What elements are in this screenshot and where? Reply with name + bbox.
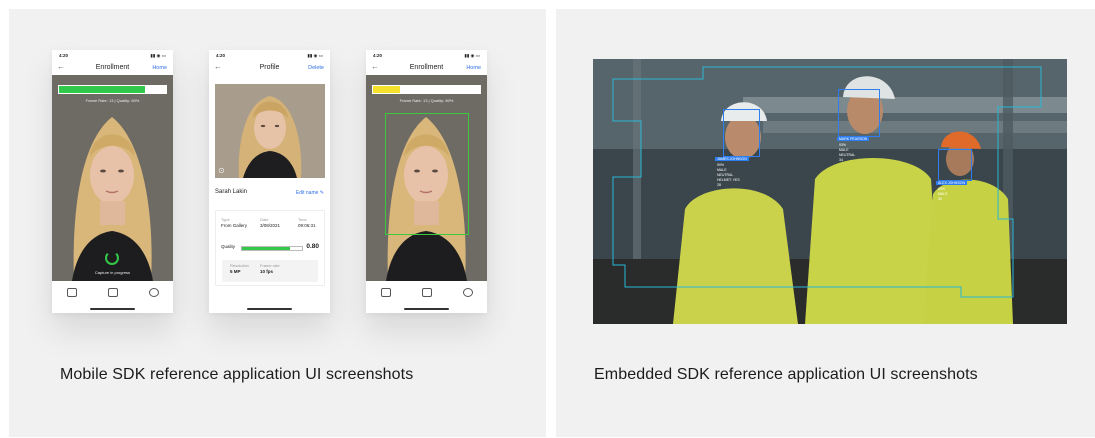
framerate-field: Frame rate 10 fps: [260, 263, 280, 274]
profile-face-image: [215, 84, 325, 178]
camera-preview: Frame Rate: 13 | Quality: 80%: [366, 75, 487, 281]
capture-spinner-icon: [105, 251, 119, 265]
quality-progress-bar: [372, 85, 481, 94]
detection-attributes: 90% MALE NEUTRAL HELMET: YES 28: [717, 163, 740, 188]
home-link[interactable]: Home: [466, 65, 481, 71]
gallery-icon[interactable]: [67, 288, 77, 297]
profile-name: Sarah Lakin: [215, 189, 248, 195]
profile-photo: ⊙: [215, 84, 325, 178]
detection-name-label: ALEX JOHNSON: [936, 181, 968, 185]
date-field: Date 3/08/2021: [260, 217, 281, 228]
frame-metrics: Frame Rate: 13 | Quality: 80%: [399, 98, 454, 103]
quality-progress-fill: [59, 86, 145, 93]
face-detection-box: [938, 149, 972, 181]
attr: 34: [839, 158, 843, 162]
region-of-interest-outline: [612, 66, 1042, 298]
settings-icon[interactable]: [149, 288, 159, 297]
face-scan-icon[interactable]: [108, 288, 118, 297]
time-field: Time 09:06:31: [298, 217, 316, 228]
mobile-sdk-caption: Mobile SDK reference application UI scre…: [60, 366, 414, 383]
phone-enrollment-yellow: 4:20 ▮▮ ◉ ▭ ← Enrollment Home Frame Rate…: [366, 50, 487, 313]
status-time: 4:20: [59, 53, 69, 58]
quality-label: Quality: [221, 244, 236, 249]
quality-bar: [241, 246, 303, 251]
signal-battery-icon: ▮▮ ◉ ▭: [464, 53, 480, 58]
embedded-sdk-caption: Embedded SDK reference application UI sc…: [594, 366, 978, 383]
detection-name-label: JAMES JOHNSON: [715, 157, 749, 161]
quality-progress-fill: [373, 86, 400, 93]
embedded-sdk-scene: JAMES JOHNSON 90% MALE NEUTRAL HELMET: Y…: [593, 59, 1067, 324]
capture-status: Capture in progress: [94, 270, 131, 275]
nav-bar: ← Enrollment Home: [52, 61, 173, 75]
status-time: 4:20: [373, 53, 383, 58]
status-bar: 4:20 ▮▮ ◉ ▭: [216, 53, 323, 61]
pencil-icon: ✎: [319, 190, 324, 196]
status-bar: 4:20 ▮▮ ◉ ▭: [59, 53, 166, 61]
phone-profile: 4:20 ▮▮ ◉ ▭ ← Profile Delete ⊙ Sarah Lak…: [209, 50, 330, 313]
status-time: 4:20: [216, 53, 226, 58]
camera-preview: Frame Rate: 13 | Quality: 80% Capture in…: [52, 75, 173, 281]
nav-bar: ← Profile Delete: [209, 61, 330, 75]
quality-value: 0.80: [306, 243, 319, 250]
quality-row: Quality 0.80: [221, 243, 319, 252]
edit-name-link[interactable]: Edit name ✎: [296, 190, 324, 196]
gallery-icon[interactable]: [381, 288, 391, 297]
tab-bar: [52, 281, 173, 313]
tab-bar: [366, 281, 487, 313]
home-link[interactable]: Home: [152, 65, 167, 71]
frame-metrics: Frame Rate: 13 | Quality: 80%: [85, 98, 140, 103]
detection-name-label: MARK PEARSON: [837, 137, 870, 141]
face-detection-box: [723, 109, 760, 157]
signal-battery-icon: ▮▮ ◉ ▭: [150, 53, 166, 58]
face-detection-box: [838, 89, 880, 137]
capture-specs: Resolution 5 MP Frame rate 10 fps: [222, 260, 318, 282]
delete-link[interactable]: Delete: [308, 65, 324, 71]
home-indicator: [90, 308, 135, 310]
attr: 28: [717, 183, 721, 187]
attr: 30: [938, 197, 942, 201]
home-indicator: [247, 308, 292, 310]
face-scan-icon[interactable]: [422, 288, 432, 297]
camera-icon[interactable]: ⊙: [218, 166, 225, 175]
edit-name-label: Edit name: [295, 190, 319, 196]
home-indicator: [404, 308, 449, 310]
nav-bar: ← Enrollment Home: [366, 61, 487, 75]
face-detection-box: [385, 113, 469, 235]
phone-enrollment-green: 4:20 ▮▮ ◉ ▭ ← Enrollment Home Frame Rate…: [52, 50, 173, 313]
status-bar: 4:20 ▮▮ ◉ ▭: [373, 53, 480, 61]
detection-attributes: 89% MALE 30: [938, 187, 948, 202]
settings-icon[interactable]: [463, 288, 473, 297]
quality-progress-bar: [58, 85, 167, 94]
capture-details-card: Type From Gallery Date 3/08/2021 Time 09:06…: [215, 210, 325, 286]
quality-bar-fill: [242, 247, 290, 250]
resolution-field: Resolution 5 MP: [230, 263, 249, 274]
detection-attributes: 93% MALE NEUTRAL 34: [839, 143, 855, 163]
type-field: Type From Gallery: [221, 217, 248, 228]
signal-battery-icon: ▮▮ ◉ ▭: [307, 53, 323, 58]
